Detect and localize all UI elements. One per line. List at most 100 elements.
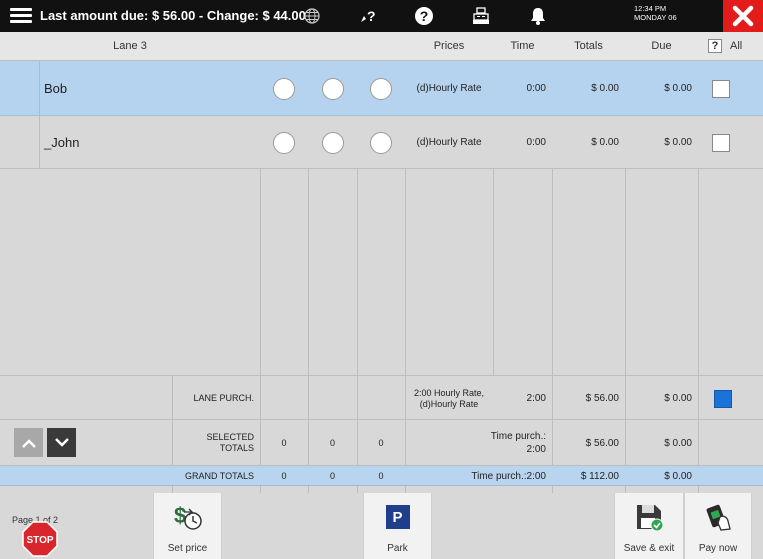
grand-total: $ 112.00 bbox=[580, 470, 619, 482]
last-amount-due: Last amount due: $ 56.00 - Change: $ 44.… bbox=[40, 8, 306, 23]
selected-time-purch: Time purch.: 2:00 bbox=[405, 420, 552, 466]
lane-table: Lane 3 Prices Time Totals Due ? All Bob … bbox=[0, 32, 763, 493]
header-time: Time bbox=[493, 32, 552, 61]
grand-count-2: 0 bbox=[329, 471, 335, 481]
radio-button[interactable] bbox=[321, 77, 344, 100]
table-row[interactable]: Bob (d)Hourly Rate 0:00 $ 0.00 $ 0.00 bbox=[0, 61, 763, 116]
chevron-up-icon bbox=[21, 438, 36, 448]
selected-total: $ 56.00 bbox=[585, 437, 619, 449]
header-totals: Totals bbox=[552, 32, 625, 61]
header-prices: Prices bbox=[405, 32, 493, 61]
svg-text:$: $ bbox=[174, 503, 186, 528]
top-bar: Last amount due: $ 56.00 - Change: $ 44.… bbox=[0, 0, 763, 32]
player-name: Bob bbox=[44, 81, 68, 96]
lane-purch-price: 2:00 Hourly Rate, (d)Hourly Rate bbox=[413, 387, 485, 409]
row-radio-3[interactable] bbox=[357, 116, 405, 169]
menu-icon[interactable] bbox=[10, 8, 32, 24]
clock-day: MONDAY 06 bbox=[634, 13, 677, 22]
stop-button[interactable]: STOP bbox=[22, 521, 58, 559]
selected-time-label: Time purch.: bbox=[490, 431, 546, 442]
close-icon bbox=[732, 5, 754, 27]
stop-sign-icon: STOP bbox=[22, 521, 58, 557]
clock: 12:34 PM MONDAY 06 bbox=[634, 4, 677, 22]
lane-purch-checkbox[interactable] bbox=[698, 376, 748, 421]
select-all-label: All bbox=[730, 40, 743, 52]
grand-totals-label: GRAND TOTALS bbox=[184, 471, 254, 481]
park-icon: P bbox=[385, 505, 410, 529]
grand-totals-row: GRAND TOTALS 0 0 0 Time purch.:2:00 $ 11… bbox=[0, 466, 763, 486]
row-price[interactable]: (d)Hourly Rate bbox=[405, 61, 493, 116]
help-pointer-icon[interactable]: ? bbox=[356, 5, 380, 27]
pay-now-icon bbox=[706, 504, 731, 531]
row-due: $ 0.00 bbox=[664, 137, 692, 148]
row-radio-2[interactable] bbox=[308, 61, 357, 116]
set-price-icon: $ bbox=[174, 503, 202, 530]
grand-time-purch: Time purch.:2:00 bbox=[471, 470, 546, 482]
row-radio-3[interactable] bbox=[357, 61, 405, 116]
row-price[interactable]: (d)Hourly Rate bbox=[405, 116, 493, 169]
radio-button[interactable] bbox=[370, 131, 392, 154]
selected-totals-row: SELECTED TOTALS 0 0 0 Time purch.: 2:00 … bbox=[0, 420, 763, 466]
lane-purch-total: $ 56.00 bbox=[585, 393, 619, 404]
help-checkbox-icon[interactable]: ? bbox=[708, 39, 722, 53]
save-exit-label: Save & exit bbox=[623, 543, 675, 554]
radio-button[interactable] bbox=[273, 131, 295, 154]
scroll-down-button[interactable] bbox=[47, 428, 76, 457]
row-total: $ 0.00 bbox=[591, 83, 619, 94]
grand-due: $ 0.00 bbox=[664, 470, 692, 482]
row-handle[interactable] bbox=[0, 61, 40, 116]
selected-time-value: 2:00 bbox=[526, 444, 546, 455]
chevron-down-icon bbox=[54, 437, 69, 447]
set-price-label: Set price bbox=[167, 543, 208, 554]
pay-now-label: Pay now bbox=[698, 543, 738, 554]
pay-now-button[interactable]: Pay now bbox=[684, 493, 752, 559]
save-exit-button[interactable]: Save & exit bbox=[614, 493, 684, 559]
selected-count-1: 0 bbox=[281, 438, 287, 448]
park-button[interactable]: P Park bbox=[363, 493, 432, 559]
scroll-up-button[interactable] bbox=[14, 428, 43, 457]
row-total: $ 0.00 bbox=[591, 137, 619, 148]
row-radio-2[interactable] bbox=[308, 116, 357, 169]
row-radio-1[interactable] bbox=[260, 116, 308, 169]
cash-register-icon[interactable] bbox=[469, 5, 493, 27]
bottom-toolbar: Page 1 of 2 STOP $ Set price P Park Save… bbox=[0, 493, 763, 559]
lane-purch-row: LANE PURCH. 2:00 Hourly Rate, (d)Hourly … bbox=[0, 375, 763, 420]
header-lane: Lane 3 bbox=[0, 32, 260, 61]
grand-count-1: 0 bbox=[281, 471, 287, 481]
row-due: $ 0.00 bbox=[664, 83, 692, 94]
selected-count-3: 0 bbox=[378, 438, 384, 448]
radio-button[interactable] bbox=[273, 77, 295, 100]
row-radio-1[interactable] bbox=[260, 61, 308, 116]
clock-time: 12:34 PM bbox=[634, 4, 667, 13]
lane-purch-time: 2:00 bbox=[526, 393, 546, 404]
selected-due: $ 0.00 bbox=[664, 437, 692, 449]
save-icon bbox=[637, 505, 663, 531]
table-row[interactable]: _John (d)Hourly Rate 0:00 $ 0.00 $ 0.00 bbox=[0, 116, 763, 169]
player-name: _John bbox=[44, 135, 80, 150]
selected-totals-label: SELECTED TOTALS bbox=[206, 432, 254, 453]
radio-button[interactable] bbox=[321, 131, 344, 154]
globe-icon[interactable] bbox=[300, 5, 324, 27]
close-button[interactable] bbox=[723, 0, 763, 32]
header-select-all[interactable]: ? All bbox=[698, 32, 763, 61]
set-price-button[interactable]: $ Set price bbox=[153, 493, 222, 559]
svg-text:?: ? bbox=[367, 8, 376, 24]
row-checkbox[interactable] bbox=[698, 116, 743, 169]
svg-text:?: ? bbox=[420, 8, 429, 24]
bell-icon[interactable] bbox=[526, 5, 550, 27]
row-checkbox[interactable] bbox=[698, 61, 743, 116]
question-icon[interactable]: ? bbox=[412, 5, 436, 27]
selected-count-2: 0 bbox=[329, 438, 335, 448]
stop-sign-text: STOP bbox=[26, 535, 53, 546]
header-col1 bbox=[260, 32, 308, 61]
header-due: Due bbox=[625, 32, 698, 61]
row-handle[interactable] bbox=[0, 116, 40, 169]
lane-purch-due: $ 0.00 bbox=[664, 393, 692, 404]
park-label: Park bbox=[387, 543, 408, 554]
lane-purch-label: LANE PURCH. bbox=[193, 393, 254, 403]
header-col3 bbox=[357, 32, 405, 61]
grand-count-3: 0 bbox=[378, 471, 384, 481]
row-time: 0:00 bbox=[526, 83, 546, 94]
row-time: 0:00 bbox=[526, 137, 546, 148]
radio-button[interactable] bbox=[370, 77, 392, 100]
